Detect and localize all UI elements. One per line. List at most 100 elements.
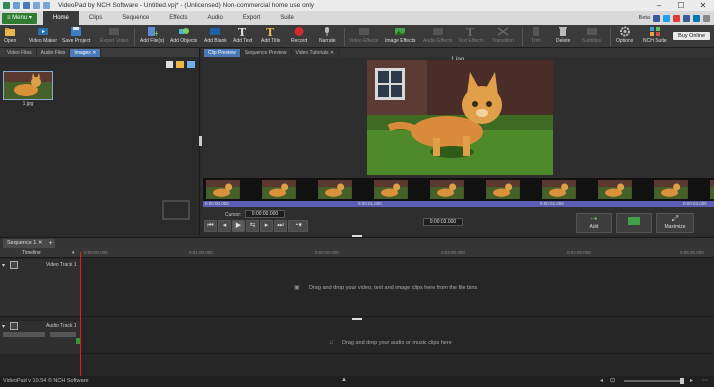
folder-icon: [4, 26, 16, 37]
record-button[interactable]: Record: [291, 26, 307, 44]
clip-filmstrip[interactable]: [203, 178, 714, 201]
track-splitter-handle[interactable]: [352, 318, 362, 320]
collapse-track-icon[interactable]: ▾: [2, 262, 5, 269]
subtitles-button[interactable]: Subtitles: [582, 26, 601, 44]
audio-pan-slider[interactable]: [50, 332, 76, 337]
menu-button[interactable]: ≡ Menu ▾: [2, 12, 37, 24]
buy-online-button[interactable]: Buy Online: [673, 32, 710, 40]
save-project-button[interactable]: Save Project: [62, 26, 90, 44]
tab-sequence[interactable]: Sequence: [112, 11, 159, 25]
ribbon-tab-bar: ≡ Menu ▾ Home Clips Sequence Effects Aud…: [0, 11, 714, 25]
go-to-end-icon[interactable]: ⏭: [274, 220, 287, 232]
zoom-out-icon[interactable]: ◂: [600, 377, 603, 384]
export-video-button[interactable]: Export Video: [100, 26, 129, 44]
zoom-slider[interactable]: [624, 380, 684, 382]
open-button[interactable]: Open: [4, 26, 16, 44]
narrate-button[interactable]: Narrate: [319, 26, 336, 44]
tab-home[interactable]: Home: [42, 11, 79, 25]
audio-volume-slider[interactable]: [3, 332, 45, 337]
facebook-icon[interactable]: [653, 14, 660, 22]
tab-clip-preview[interactable]: Clip Preview: [204, 49, 241, 57]
add-objects-button[interactable]: Add Objects: [170, 26, 197, 44]
tab-audio[interactable]: Audio: [198, 11, 233, 25]
more-options-icon[interactable]: ⋯: [702, 377, 708, 384]
expand-icon: ⤢: [671, 214, 679, 223]
undo-quick-icon[interactable]: [33, 2, 40, 9]
panel-splitter[interactable]: [199, 136, 202, 146]
timeline-dropdown-icon[interactable]: ▾: [72, 250, 75, 256]
options-button[interactable]: Options: [616, 26, 633, 44]
tab-effects[interactable]: Effects: [159, 11, 197, 25]
video-track-lane[interactable]: ▣ Drag and drop your video, text and ima…: [80, 259, 714, 317]
close-icon[interactable]: ✕: [92, 50, 96, 56]
delete-button[interactable]: Delete: [556, 26, 570, 44]
redo-quick-icon[interactable]: [43, 2, 50, 9]
save-quick-icon[interactable]: [23, 2, 30, 9]
tab-video-tutorials[interactable]: Video Tutorials ✕: [292, 49, 340, 57]
nch-suite-button[interactable]: NCH Suite: [643, 26, 667, 44]
text-icon: T: [237, 26, 249, 39]
transition-button[interactable]: Transition: [492, 26, 514, 44]
add-text-button[interactable]: T Add Text: [233, 26, 252, 44]
timeline-ruler[interactable]: Timeline ▾ 0:00:00.000 0:01:00.000 0:02:…: [0, 248, 714, 258]
close-icon[interactable]: ✕: [330, 50, 334, 56]
cursor-time-field[interactable]: 0:00:00.000: [245, 210, 285, 218]
tab-suite[interactable]: Suite: [270, 11, 304, 25]
trim-icon: [530, 26, 542, 37]
linkedin-icon[interactable]: [693, 14, 700, 22]
go-to-start-icon[interactable]: ⏮: [204, 220, 217, 232]
maximize-button[interactable]: ⤢ Maximize: [656, 213, 694, 233]
image-effects-button[interactable]: Image Effects: [385, 26, 415, 44]
video-track-checkbox[interactable]: [10, 261, 18, 269]
close-icon[interactable]: ✕: [38, 240, 43, 246]
timeline-playhead[interactable]: [80, 252, 81, 376]
add-blank-button[interactable]: Add Blank: [204, 26, 227, 44]
collapse-audio-icon[interactable]: ▾: [2, 323, 5, 330]
twitter-icon[interactable]: [663, 14, 670, 22]
tab-export[interactable]: Export: [233, 11, 270, 25]
new-folder-icon[interactable]: [176, 61, 184, 68]
zoom-slider-thumb[interactable]: [680, 378, 684, 384]
audio-effects-button[interactable]: Audio Effects: [423, 26, 452, 44]
tab-video-files[interactable]: Video Files: [3, 49, 37, 57]
status-text: VideoPad v 10.54 © NCH Software: [3, 378, 89, 384]
text-effects-button[interactable]: T Text Effects: [458, 26, 484, 44]
video-effects-button[interactable]: Video Effects: [349, 26, 378, 44]
loop-icon[interactable]: ⇆: [246, 220, 259, 232]
youtube-icon[interactable]: [673, 14, 680, 22]
help-icon[interactable]: [703, 14, 710, 22]
list-view-icon[interactable]: [166, 61, 173, 68]
video-maker-button[interactable]: Video Maker: [29, 26, 57, 44]
snapshot-button[interactable]: [616, 213, 652, 233]
tab-clips[interactable]: Clips: [79, 11, 112, 25]
tab-images[interactable]: Images ✕: [70, 49, 102, 57]
trim-button[interactable]: Trim: [530, 26, 542, 44]
play-icon[interactable]: ▶: [232, 220, 245, 232]
tab-audio-files[interactable]: Audio Files: [37, 49, 71, 57]
add-to-sequence-button[interactable]: ⇢ Add: [576, 213, 612, 233]
step-forward-icon[interactable]: ▸: [260, 220, 273, 232]
add-title-button[interactable]: T Add Title: [261, 26, 280, 44]
like-icon[interactable]: [683, 14, 690, 22]
open-quick-icon[interactable]: [13, 2, 20, 9]
minimize-icon[interactable]: –: [648, 0, 670, 11]
audio-track-lane[interactable]: ♫ Drag and drop your audio or music clip…: [80, 321, 714, 354]
audio-track-checkbox[interactable]: [10, 322, 18, 330]
audio-icon: ♫: [329, 340, 334, 346]
bin-options-icon[interactable]: [187, 61, 195, 68]
duration-field[interactable]: 0:00:03.000: [423, 218, 463, 226]
zoom-in-icon[interactable]: ▸: [690, 377, 693, 384]
add-files-button[interactable]: + Add File(s): [140, 26, 164, 44]
media-thumbnail[interactable]: [3, 71, 53, 100]
speed-icon[interactable]: ◔▾: [288, 220, 308, 232]
svg-text:T: T: [266, 26, 275, 37]
add-sequence-button[interactable]: +: [46, 239, 55, 248]
tab-sequence-1[interactable]: Sequence 1 ✕: [3, 239, 47, 248]
zoom-fit-icon[interactable]: ⊡: [610, 377, 615, 384]
maximize-icon[interactable]: ☐: [670, 0, 692, 11]
expand-up-icon[interactable]: ▲: [341, 377, 347, 383]
step-back-icon[interactable]: ◂: [218, 220, 231, 232]
tab-sequence-preview[interactable]: Sequence Preview: [241, 49, 292, 57]
add-files-label: Add File(s): [140, 38, 165, 44]
close-icon[interactable]: ✕: [692, 0, 714, 11]
